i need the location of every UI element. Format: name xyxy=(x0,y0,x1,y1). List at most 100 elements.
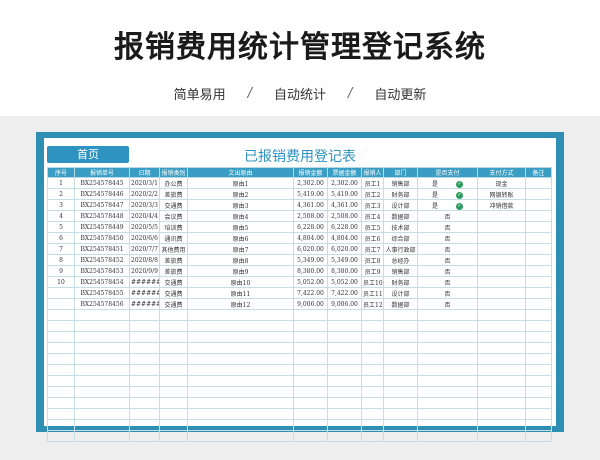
table-cell-id[interactable]: BX254578455 xyxy=(74,287,130,299)
empty-cell[interactable] xyxy=(383,309,418,321)
empty-row[interactable] xyxy=(47,342,552,354)
table-cell-amt[interactable]: 2,508.00 xyxy=(293,210,328,222)
empty-cell[interactable] xyxy=(74,364,130,376)
table-cell-method[interactable] xyxy=(477,254,526,266)
empty-cell[interactable] xyxy=(293,408,328,420)
table-cell-reason[interactable]: 原由2 xyxy=(187,188,294,200)
table-cell-id[interactable]: BX254578454 xyxy=(74,276,130,288)
empty-cell[interactable] xyxy=(74,375,130,387)
empty-cell[interactable] xyxy=(361,408,384,420)
table-cell-date[interactable]: ######### xyxy=(129,298,160,310)
empty-cell[interactable] xyxy=(477,419,526,431)
empty-cell[interactable] xyxy=(129,353,160,365)
empty-cell[interactable] xyxy=(159,309,188,321)
table-cell-dept[interactable]: 数据部 xyxy=(383,298,418,310)
empty-cell[interactable] xyxy=(383,419,418,431)
empty-cell[interactable] xyxy=(129,309,160,321)
table-cell-method[interactable]: 现金 xyxy=(477,177,526,189)
table-cell-amt[interactable]: 4,361.00 xyxy=(293,199,328,211)
empty-cell[interactable] xyxy=(477,386,526,398)
table-cell-bill[interactable]: 5,419.00 xyxy=(327,188,362,200)
empty-cell[interactable] xyxy=(47,430,75,442)
empty-cell[interactable] xyxy=(477,342,526,354)
empty-cell[interactable] xyxy=(159,320,188,332)
empty-cell[interactable] xyxy=(293,320,328,332)
table-cell-cat[interactable]: 培训费 xyxy=(159,221,188,233)
table-row[interactable]: 4 BX254578448 2020/4/4 会议费 原由4 2,508.00 2,508.… xyxy=(47,210,552,222)
empty-cell[interactable] xyxy=(129,419,160,431)
empty-cell[interactable] xyxy=(293,375,328,387)
empty-cell[interactable] xyxy=(129,320,160,332)
empty-cell[interactable] xyxy=(159,419,188,431)
table-cell-paid[interactable]: 否 xyxy=(417,276,478,288)
table-cell-note[interactable] xyxy=(525,265,552,277)
empty-cell[interactable] xyxy=(525,375,552,387)
empty-cell[interactable] xyxy=(383,320,418,332)
table-cell-reason[interactable]: 原由11 xyxy=(187,287,294,299)
table-cell-dept[interactable]: 设计部 xyxy=(383,287,418,299)
table-cell-id[interactable]: BX254578446 xyxy=(74,188,130,200)
table-cell-dept[interactable]: 设计部 xyxy=(383,199,418,211)
empty-cell[interactable] xyxy=(361,364,384,376)
empty-row[interactable] xyxy=(47,309,552,321)
empty-cell[interactable] xyxy=(159,353,188,365)
table-cell-amt[interactable]: 6,020.00 xyxy=(293,243,328,255)
empty-row[interactable] xyxy=(47,375,552,387)
table-cell-no[interactable]: 6 xyxy=(47,232,75,244)
empty-cell[interactable] xyxy=(74,419,130,431)
empty-cell[interactable] xyxy=(417,386,478,398)
empty-cell[interactable] xyxy=(383,331,418,343)
table-cell-no[interactable]: 9 xyxy=(47,265,75,277)
table-cell-dept[interactable]: 人事行政部 xyxy=(383,243,418,255)
table-cell-paid[interactable]: 否 xyxy=(417,298,478,310)
table-cell-dept[interactable]: 销售部 xyxy=(383,177,418,189)
table-cell-paid[interactable]: 是 ✓ xyxy=(417,188,478,200)
empty-cell[interactable] xyxy=(361,397,384,409)
empty-cell[interactable] xyxy=(361,342,384,354)
empty-cell[interactable] xyxy=(129,397,160,409)
table-cell-method[interactable] xyxy=(477,221,526,233)
empty-cell[interactable] xyxy=(417,408,478,420)
empty-cell[interactable] xyxy=(293,353,328,365)
table-cell-amt[interactable]: 5,052.00 xyxy=(293,276,328,288)
empty-cell[interactable] xyxy=(293,309,328,321)
table-cell-cat[interactable]: 通讯费 xyxy=(159,232,188,244)
table-cell-method[interactable] xyxy=(477,287,526,299)
empty-cell[interactable] xyxy=(327,342,362,354)
table-row[interactable]: 1 BX254578445 2020/3/1 办公费 原由1 2,302.00 2,302.… xyxy=(47,177,552,189)
table-cell-dept[interactable]: 总经办 xyxy=(383,254,418,266)
empty-cell[interactable] xyxy=(187,408,294,420)
table-cell-bill[interactable]: 7,422.00 xyxy=(327,287,362,299)
empty-cell[interactable] xyxy=(327,408,362,420)
empty-cell[interactable] xyxy=(187,309,294,321)
table-cell-person[interactable]: 员工4 xyxy=(361,210,384,222)
empty-cell[interactable] xyxy=(159,408,188,420)
empty-cell[interactable] xyxy=(417,342,478,354)
empty-cell[interactable] xyxy=(187,342,294,354)
empty-cell[interactable] xyxy=(129,364,160,376)
empty-cell[interactable] xyxy=(159,386,188,398)
empty-cell[interactable] xyxy=(361,309,384,321)
empty-cell[interactable] xyxy=(525,353,552,365)
empty-cell[interactable] xyxy=(477,320,526,332)
table-cell-id[interactable]: BX254578456 xyxy=(74,298,130,310)
table-cell-dept[interactable]: 数据部 xyxy=(383,210,418,222)
empty-row[interactable] xyxy=(47,320,552,332)
table-row[interactable]: 5 BX254578449 2020/5/5 培训费 原由5 6,228.00 6,228.… xyxy=(47,221,552,233)
table-cell-method[interactable] xyxy=(477,298,526,310)
empty-cell[interactable] xyxy=(477,331,526,343)
empty-row[interactable] xyxy=(47,419,552,431)
table-cell-paid[interactable]: 否 xyxy=(417,243,478,255)
table-cell-no[interactable]: 7 xyxy=(47,243,75,255)
empty-cell[interactable] xyxy=(74,320,130,332)
empty-cell[interactable] xyxy=(327,309,362,321)
table-cell-reason[interactable]: 原由8 xyxy=(187,254,294,266)
table-cell-reason[interactable]: 原由9 xyxy=(187,265,294,277)
table-cell-no[interactable]: 4 xyxy=(47,210,75,222)
empty-cell[interactable] xyxy=(327,320,362,332)
table-cell-date[interactable]: 2020/2/2 xyxy=(129,188,160,200)
table-row[interactable]: 7 BX254578451 2020/7/7 其他费用 原由7 6,020.00 6,020… xyxy=(47,243,552,255)
empty-cell[interactable] xyxy=(361,375,384,387)
empty-cell[interactable] xyxy=(477,353,526,365)
table-cell-no[interactable]: 3 xyxy=(47,199,75,211)
